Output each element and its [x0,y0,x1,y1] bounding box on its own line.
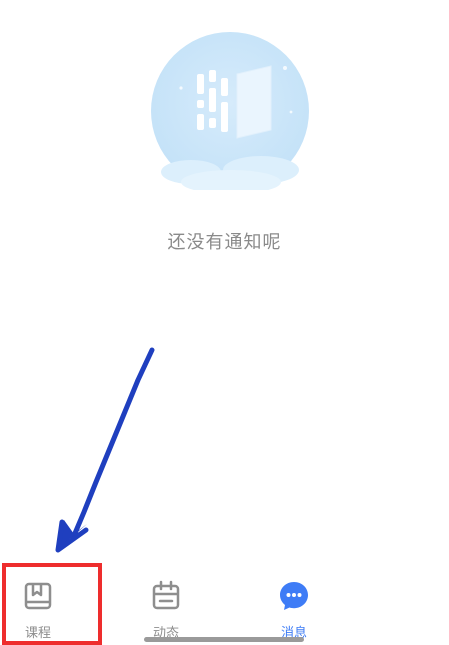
tab-activity[interactable]: 动态 [111,562,221,643]
tab-message[interactable]: 消息 [239,562,349,643]
chat-bubble-icon [280,582,308,610]
empty-notification-illustration [151,32,309,190]
empty-state-message: 还没有通知呢 [167,232,282,253]
bottom-tab-bar: 课程 动态 消息 [0,562,449,643]
tab-course[interactable]: 课程 [0,562,93,643]
book-icon [24,582,52,610]
home-indicator [144,637,304,642]
tab-course-label: 课程 [24,626,51,641]
calendar-icon [152,580,180,610]
